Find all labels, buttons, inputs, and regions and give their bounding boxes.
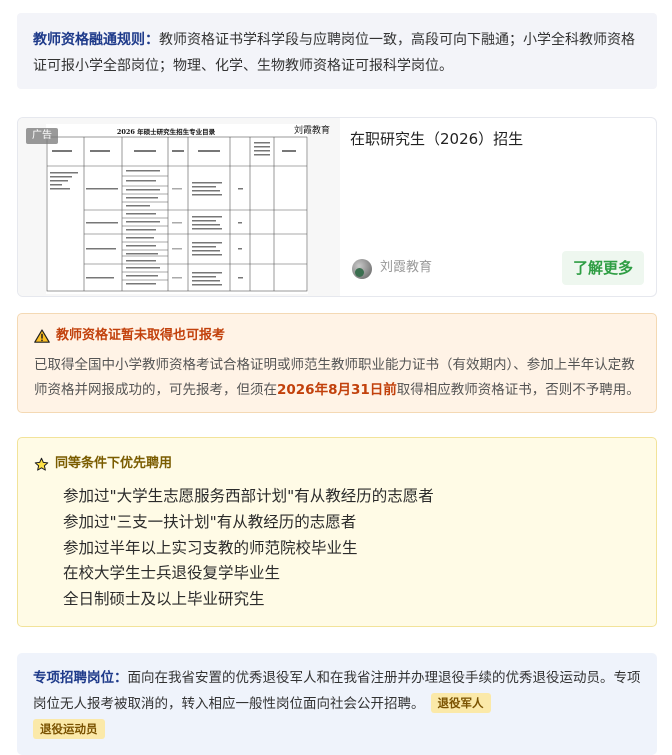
- rule-box: 教师资格融通规则：教师资格证书学科学段与应聘岗位一致，高段可向下融通；小学全科教…: [17, 13, 657, 89]
- ad-author: 刘霞教育: [380, 260, 433, 275]
- warning-text-after: 取得相应教师资格证书，否则不予聘用。: [396, 382, 640, 398]
- star-icon: [34, 457, 49, 471]
- warning-box: 教师资格证暂未取得也可报考 已取得全国中小学教师资格考试合格证明或师范生教师职业…: [17, 313, 657, 413]
- learn-more-button[interactable]: 了解更多: [562, 251, 644, 285]
- special-box: 专项招聘岗位：面向在我省安置的优秀退役军人和在我省注册并办理退役手续的优秀退役运…: [17, 653, 657, 755]
- ad-thumbnail[interactable]: 2026 年硕士研究生招生专业目录 刘霞教育 广告: [18, 118, 340, 296]
- priority-header: 同等条件下优先聘用: [34, 454, 640, 474]
- doc-table-graphic: [46, 136, 308, 292]
- warning-icon: [34, 329, 50, 343]
- warning-text: 已取得全国中小学教师资格考试合格证明或师范生教师职业能力证书（有效期内）、参加上…: [34, 353, 640, 403]
- ad-badge: 广告: [26, 128, 58, 144]
- special-label: 专项招聘岗位：: [33, 670, 128, 686]
- doc-watermark: 刘霞教育: [293, 126, 330, 136]
- warning-title: 教师资格证暂未取得也可报考: [56, 328, 226, 343]
- list-item: 参加过"三支一扶计划"有从教经历的志愿者: [63, 512, 357, 531]
- priority-title: 同等条件下优先聘用: [55, 456, 173, 471]
- rule-label: 教师资格融通规则：: [33, 32, 159, 48]
- priority-box: 同等条件下优先聘用 参加过"大学生志愿服务西部计划"有从教经历的志愿者 参加过"…: [17, 437, 657, 627]
- ad-card[interactable]: 2026 年硕士研究生招生专业目录 刘霞教育 广告 在职研究生（2026）招生 …: [17, 117, 657, 297]
- list-item: 参加过"大学生志愿服务西部计划"有从教经历的志愿者: [63, 487, 434, 505]
- tag-veteran: 退役军人: [430, 693, 491, 713]
- priority-list: 参加过"大学生志愿服务西部计划"有从教经历的志愿者 参加过"三支一扶计划"有从教…: [34, 484, 640, 613]
- avatar: [352, 259, 372, 279]
- list-item: 全日制硕士及以上毕业研究生: [63, 590, 265, 609]
- warning-header: 教师资格证暂未取得也可报考: [34, 326, 640, 346]
- warning-deadline: 2026年8月31日前: [277, 382, 397, 398]
- tag-retired-athlete: 退役运动员: [33, 719, 105, 739]
- document-image: 2026 年硕士研究生招生专业目录 刘霞教育: [46, 124, 330, 294]
- doc-title: 2026 年硕士研究生招生专业目录: [116, 128, 216, 136]
- ad-title[interactable]: 在职研究生（2026）招生: [350, 128, 523, 149]
- list-item: 参加过半年以上实习支教的师范院校毕业生: [63, 538, 358, 557]
- list-item: 在校大学生士兵退役复学毕业生: [63, 564, 281, 583]
